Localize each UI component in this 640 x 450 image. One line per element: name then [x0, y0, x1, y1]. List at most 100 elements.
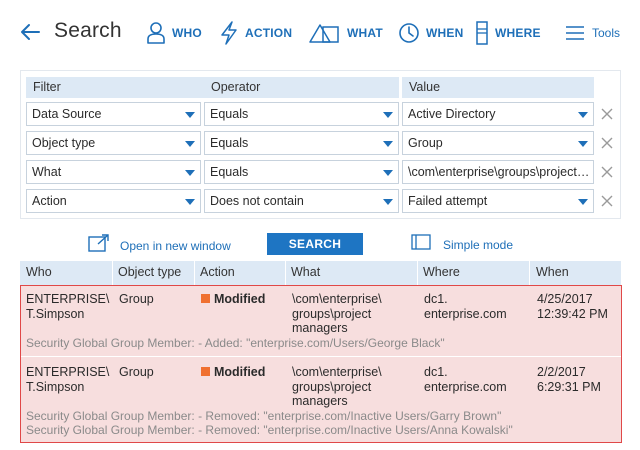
- nav-where-label: WHERE: [495, 26, 541, 40]
- chevron-down-icon: [185, 112, 195, 118]
- nav-when[interactable]: WHEN: [398, 20, 463, 46]
- action-text: Modified: [214, 292, 266, 306]
- when-date: 4/25/2017: [537, 292, 593, 306]
- where-cell: dc1. enterprise.com: [424, 292, 507, 321]
- nav-where[interactable]: WHERE: [475, 20, 541, 46]
- filter-field-select[interactable]: What: [26, 160, 201, 184]
- open-new-window-label: Open in new window: [120, 238, 231, 253]
- tools-label: Tools: [592, 26, 621, 40]
- chevron-down-icon: [578, 141, 588, 147]
- filter-row: Data Source Equals Active Directory: [21, 102, 621, 126]
- simple-mode-icon: [411, 234, 431, 255]
- where-line: enterprise.com: [424, 379, 507, 394]
- operator-select[interactable]: Equals: [204, 102, 399, 126]
- operator-select[interactable]: Equals: [204, 160, 399, 184]
- simple-mode-link[interactable]: Simple mode: [411, 234, 513, 255]
- where-line: dc1.: [424, 292, 448, 306]
- column-header-when[interactable]: When: [536, 265, 569, 279]
- object-type-cell: Group: [119, 292, 154, 306]
- lightning-icon: [219, 21, 239, 45]
- value-select[interactable]: Active Directory: [402, 102, 594, 126]
- column-header-who[interactable]: Who: [26, 265, 52, 279]
- when-time: 12:39:42 PM: [537, 306, 608, 321]
- change-detail: Security Global Group Member: - Removed:…: [26, 409, 502, 423]
- column-header-what[interactable]: What: [291, 265, 320, 279]
- when-cell: 2/2/2017 6:29:31 PM: [537, 365, 601, 394]
- filter-value: Active Directory: [408, 107, 496, 121]
- filter-field-select[interactable]: Object type: [26, 131, 201, 155]
- simple-mode-label: Simple mode: [443, 237, 514, 252]
- remove-filter-icon[interactable]: [600, 194, 614, 208]
- results-list: ENTERPRISE\ T.Simpson Group Modified \co…: [20, 285, 622, 443]
- remove-filter-icon[interactable]: [600, 136, 614, 150]
- column-divider: [529, 261, 530, 285]
- what-cell: \com\enterprise\ groups\project managers: [292, 365, 382, 409]
- chevron-down-icon: [578, 199, 588, 205]
- nav-action[interactable]: ACTION: [219, 20, 292, 46]
- modified-marker-icon: [201, 367, 210, 376]
- operator-select[interactable]: Does not contain: [204, 189, 399, 213]
- where-line: enterprise.com: [424, 306, 507, 321]
- column-header-action[interactable]: Action: [200, 265, 235, 279]
- change-detail: Security Global Group Member: - Removed:…: [26, 423, 513, 437]
- filter-field-value: Object type: [32, 136, 96, 150]
- column-header-object-type[interactable]: Object type: [118, 265, 181, 279]
- top-bar: Search WHO ACTION WHAT WHEN WHERE Tools: [0, 0, 640, 66]
- filter-field-select[interactable]: Action: [26, 189, 201, 213]
- column-divider: [285, 261, 286, 285]
- filter-value: Group: [408, 136, 443, 150]
- what-line: groups\project: [292, 379, 372, 394]
- nav-action-label: ACTION: [245, 26, 293, 40]
- filter-value: Failed attempt: [408, 194, 488, 208]
- open-new-window-link[interactable]: Open in new window: [88, 234, 231, 257]
- filter-value: \com\enterprise\groups\project managers: [408, 165, 592, 179]
- chevron-down-icon: [578, 112, 588, 118]
- operator-value: Equals: [210, 165, 249, 179]
- tools-menu[interactable]: Tools: [566, 20, 620, 46]
- table-row[interactable]: ENTERPRISE\ T.Simpson Group Modified \co…: [21, 357, 621, 443]
- filter-row: What Equals \com\enterprise\groups\proje…: [21, 160, 621, 184]
- external-window-icon: [88, 234, 110, 257]
- nav-who[interactable]: WHO: [146, 20, 202, 46]
- table-row[interactable]: ENTERPRISE\ T.Simpson Group Modified \co…: [21, 286, 621, 356]
- action-cell: Modified: [201, 365, 265, 380]
- operator-select[interactable]: Equals: [204, 131, 399, 155]
- filter-field-value: What: [32, 165, 62, 179]
- who-cell: ENTERPRISE\ T.Simpson: [26, 365, 109, 394]
- nav-what-label: WHAT: [347, 26, 383, 40]
- value-select[interactable]: Failed attempt: [402, 189, 594, 213]
- search-button[interactable]: SEARCH: [267, 233, 363, 255]
- nav-what[interactable]: WHAT: [309, 20, 383, 46]
- operator-value: Does not contain: [210, 194, 304, 208]
- value-input[interactable]: \com\enterprise\groups\project managers: [402, 160, 594, 184]
- what-line: groups\project: [292, 306, 372, 321]
- clock-icon: [398, 22, 420, 44]
- filter-field-select[interactable]: Data Source: [26, 102, 201, 126]
- person-icon: [146, 21, 166, 45]
- chevron-down-icon: [383, 112, 393, 118]
- filter-row: Object type Equals Group: [21, 131, 621, 155]
- back-arrow-icon[interactable]: [18, 20, 42, 44]
- what-line: managers: [292, 394, 348, 408]
- operator-column-header: Operator: [204, 77, 399, 98]
- chevron-down-icon: [383, 170, 393, 176]
- filter-field-value: Data Source: [32, 107, 102, 121]
- where-cell: dc1. enterprise.com: [424, 365, 507, 394]
- hamburger-icon: [566, 25, 584, 41]
- chevron-down-icon: [185, 170, 195, 176]
- chevron-down-icon: [383, 141, 393, 147]
- column-header-where[interactable]: Where: [423, 265, 460, 279]
- who-user: T.Simpson: [26, 379, 85, 394]
- filter-row: Action Does not contain Failed attempt: [21, 189, 621, 213]
- action-cell: Modified: [201, 292, 265, 307]
- remove-filter-icon[interactable]: [600, 107, 614, 121]
- remove-filter-icon[interactable]: [600, 165, 614, 179]
- server-icon: [475, 21, 489, 45]
- when-date: 2/2/2017: [537, 365, 586, 379]
- value-select[interactable]: Group: [402, 131, 594, 155]
- page-title: Search: [54, 19, 122, 42]
- operator-value: Equals: [210, 136, 249, 150]
- operator-value: Equals: [210, 107, 249, 121]
- modified-marker-icon: [201, 294, 210, 303]
- shapes-icon: [309, 22, 341, 44]
